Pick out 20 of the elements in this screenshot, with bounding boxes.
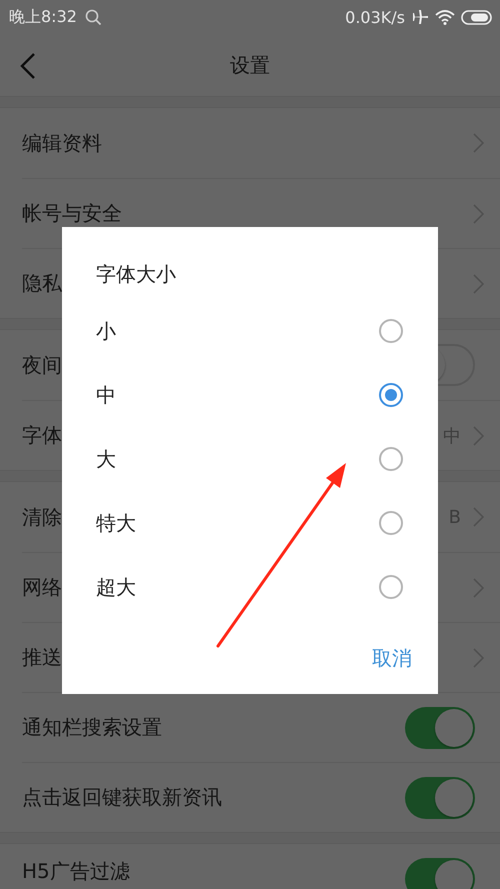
option-label: 小 xyxy=(96,318,116,344)
setting-label: 字体 xyxy=(22,422,62,449)
setting-label: 通知栏搜索设置 xyxy=(22,714,162,741)
network-speed: 0.03K/s xyxy=(345,8,405,26)
option-label: 大 xyxy=(96,446,116,472)
setting-label: 帐号与安全 xyxy=(22,200,122,227)
setting-label: 点击返回键获取新资讯 xyxy=(22,784,222,811)
clock-time: 晚上8:32 xyxy=(9,6,77,28)
option-label: 特大 xyxy=(96,510,136,536)
setting-label: 隐私 xyxy=(22,270,62,297)
option-label: 中 xyxy=(96,382,116,408)
page-title: 设置 xyxy=(230,52,270,78)
setting-label: H5广告过滤 xyxy=(22,858,130,885)
option-label: 超大 xyxy=(96,574,136,600)
setting-label: 编辑资料 xyxy=(22,130,102,156)
setting-label: 夜间 xyxy=(22,352,62,378)
setting-label: 推送 xyxy=(22,644,62,671)
setting-label: 清除 xyxy=(22,504,62,530)
setting-label: 网络 xyxy=(22,574,62,601)
dialog-title: 字体大小 xyxy=(95,261,177,288)
